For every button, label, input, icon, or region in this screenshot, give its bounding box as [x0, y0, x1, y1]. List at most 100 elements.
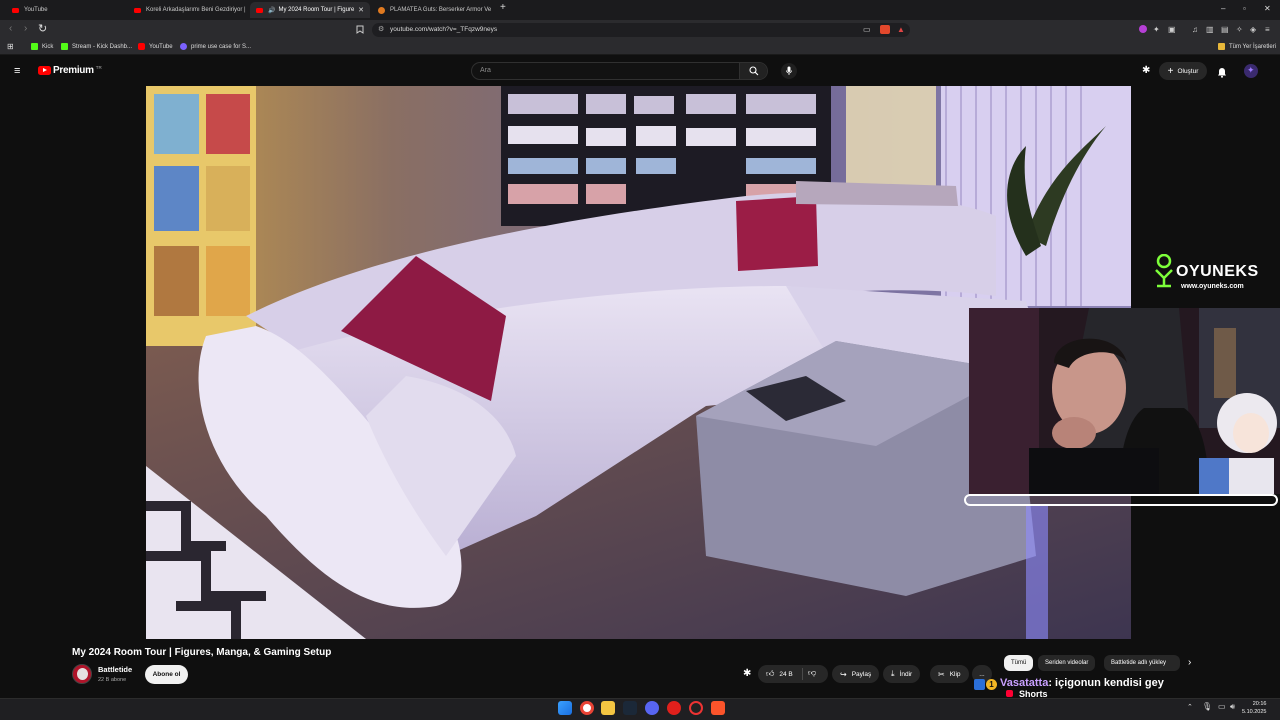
youtube-favicon-icon: [134, 7, 141, 13]
rewards-icon[interactable]: ▲: [897, 25, 905, 34]
youtube-logo[interactable]: Premium TR: [38, 65, 102, 76]
extension-icon[interactable]: [1139, 25, 1147, 33]
tab-label: YouTube: [24, 7, 48, 13]
browser-tab-active[interactable]: 🔊 My 2024 Room Tour | Figure ✕: [250, 2, 370, 18]
chat-sub-badge: 1: [986, 679, 997, 690]
tab-label: My 2024 Room Tour | Figure: [278, 7, 355, 13]
extension-icon[interactable]: ▣: [1168, 25, 1176, 34]
site-info-icon[interactable]: ⚙: [378, 25, 384, 33]
search-button[interactable]: [739, 63, 767, 79]
minimize-button[interactable]: –: [1221, 4, 1225, 13]
subscribe-button[interactable]: Abone ol: [145, 665, 188, 684]
sidebar-icon[interactable]: ▥: [1206, 25, 1214, 34]
like-button[interactable]: 👍︎ 24 B: [766, 669, 793, 679]
address-bar[interactable]: ⚙ youtube.com/watch?v=_TFqzw9neys: [372, 23, 910, 37]
volume-icon[interactable]: 🔊︎: [1230, 702, 1235, 712]
vpn-shield-icon[interactable]: ◈: [1250, 25, 1256, 34]
browser-tab[interactable]: YouTube: [6, 2, 124, 18]
share-button[interactable]: ↪ Paylaş: [832, 665, 880, 683]
site-favicon-icon: [378, 6, 385, 14]
chevron-right-icon[interactable]: ›: [1188, 657, 1191, 668]
app-icon[interactable]: [689, 701, 703, 715]
like-count: 24 B: [779, 670, 793, 678]
clip-button[interactable]: ✂ Klip: [930, 665, 969, 683]
voice-search-button[interactable]: [781, 63, 797, 79]
chip-series[interactable]: Seriden videolar: [1038, 655, 1096, 671]
chip-all[interactable]: Tümü: [1004, 655, 1034, 671]
youtube-favicon-icon: [138, 43, 145, 50]
webcam-border-bar: [964, 494, 1278, 506]
chat-text: : içigonun kendisi gey: [1048, 677, 1164, 689]
maximize-button[interactable]: ▫: [1243, 4, 1246, 13]
bookmark-item[interactable]: Stream - Kick Dashb...: [61, 43, 132, 50]
download-label: İndir: [899, 670, 913, 678]
chrome-icon[interactable]: [580, 701, 594, 715]
bookmark-item[interactable]: prime use case for S...: [180, 43, 251, 50]
audio-playing-icon: 🔊: [268, 7, 276, 14]
ai-ask-icon[interactable]: ✱: [743, 668, 751, 679]
bookmark-label: prime use case for S...: [191, 43, 252, 50]
apps-grid-icon[interactable]: ⊞: [7, 42, 14, 51]
youtube-favicon-icon: [256, 7, 263, 13]
channel-avatar[interactable]: [72, 664, 92, 684]
forward-arrow-icon[interactable]: ›: [24, 23, 27, 34]
thumbs-up-icon: 👍︎: [766, 669, 775, 678]
chat-username: Vasatatta: [1000, 677, 1049, 689]
close-window-button[interactable]: ✕: [1264, 4, 1271, 13]
create-button[interactable]: + Oluştur: [1159, 62, 1207, 80]
chat-message: Vasatatta: içigonun kendisi gey: [1000, 677, 1164, 689]
music-icon[interactable]: ♫: [1192, 25, 1198, 34]
windows-start-icon[interactable]: [558, 701, 572, 715]
extensions-puzzle-icon[interactable]: ✧: [1236, 25, 1243, 34]
microphone-icon: [786, 66, 792, 75]
bookmark-item[interactable]: YouTube: [138, 43, 173, 50]
bookmark-label: Tüm Yer İşaretleri: [1229, 43, 1277, 50]
dislike-button[interactable]: 👎︎: [808, 668, 816, 678]
download-icon: ⤓: [891, 669, 895, 678]
plus-icon: +: [1167, 65, 1174, 77]
discord-icon[interactable]: [645, 701, 659, 715]
all-bookmarks-folder[interactable]: Tüm Yer İşaretleri: [1218, 43, 1276, 50]
network-icon[interactable]: ▭: [1218, 702, 1226, 711]
back-arrow-icon[interactable]: ‹: [9, 23, 12, 34]
menu-icon[interactable]: ≡: [1265, 25, 1270, 34]
bookmark-label: Stream - Kick Dashb...: [72, 43, 133, 50]
chip-uploader[interactable]: Battletide adlı yükley: [1104, 655, 1180, 671]
site-favicon-icon: [180, 43, 187, 50]
taskbar-clock[interactable]: 20:16 5.10.2025: [1242, 700, 1266, 716]
avatar[interactable]: ✦: [1244, 64, 1258, 78]
windows-taskbar: [0, 698, 1280, 720]
browser-tab[interactable]: Koreli Arkadaşlarımı Beni Gezdiriyor |: [128, 2, 246, 18]
tab-label: PLAMATEA Guts: Berserker Armor Ve: [390, 7, 492, 13]
clock-date: 5.10.2025: [1242, 709, 1267, 715]
download-button[interactable]: ⤓ İndir: [883, 665, 921, 683]
search-input[interactable]: Ara: [480, 67, 491, 74]
file-explorer-icon[interactable]: [601, 701, 615, 715]
youtube-favicon-icon: [12, 7, 19, 13]
reload-icon[interactable]: ↻: [38, 22, 47, 35]
channel-name[interactable]: Battletide: [98, 665, 132, 674]
subscriber-count: 22 B abone: [98, 677, 127, 683]
brave-shield-icon[interactable]: [880, 25, 890, 34]
browser-tab[interactable]: PLAMATEA Guts: Berserker Armor Ve: [372, 2, 492, 18]
youtube-play-icon: [38, 66, 51, 75]
new-tab-button[interactable]: +: [500, 2, 506, 13]
video-title: My 2024 Room Tour | Figures, Manga, & Ga…: [72, 647, 332, 658]
close-tab-icon[interactable]: ✕: [358, 6, 364, 14]
wallet-icon[interactable]: ▤: [1221, 25, 1229, 34]
logo-text: Premium: [53, 65, 94, 76]
ai-sparkle-icon[interactable]: ✱: [1142, 65, 1150, 76]
microphone-icon[interactable]: 🎙︎: [1202, 702, 1212, 711]
steam-icon[interactable]: [623, 701, 637, 715]
bookmark-item[interactable]: Kick: [31, 43, 53, 50]
search-box[interactable]: Ara: [471, 62, 768, 80]
bookmark-icon[interactable]: [356, 25, 364, 36]
folder-icon: [1218, 43, 1225, 50]
hamburger-menu-icon[interactable]: ≡: [14, 65, 20, 77]
cast-icon[interactable]: ▭: [863, 25, 871, 34]
chevron-up-icon[interactable]: ⌃: [1187, 703, 1193, 711]
notifications-bell-icon[interactable]: [1217, 65, 1227, 83]
extension-icon[interactable]: ✦: [1153, 25, 1160, 34]
opera-icon[interactable]: [667, 701, 681, 715]
brave-icon[interactable]: [711, 701, 725, 715]
